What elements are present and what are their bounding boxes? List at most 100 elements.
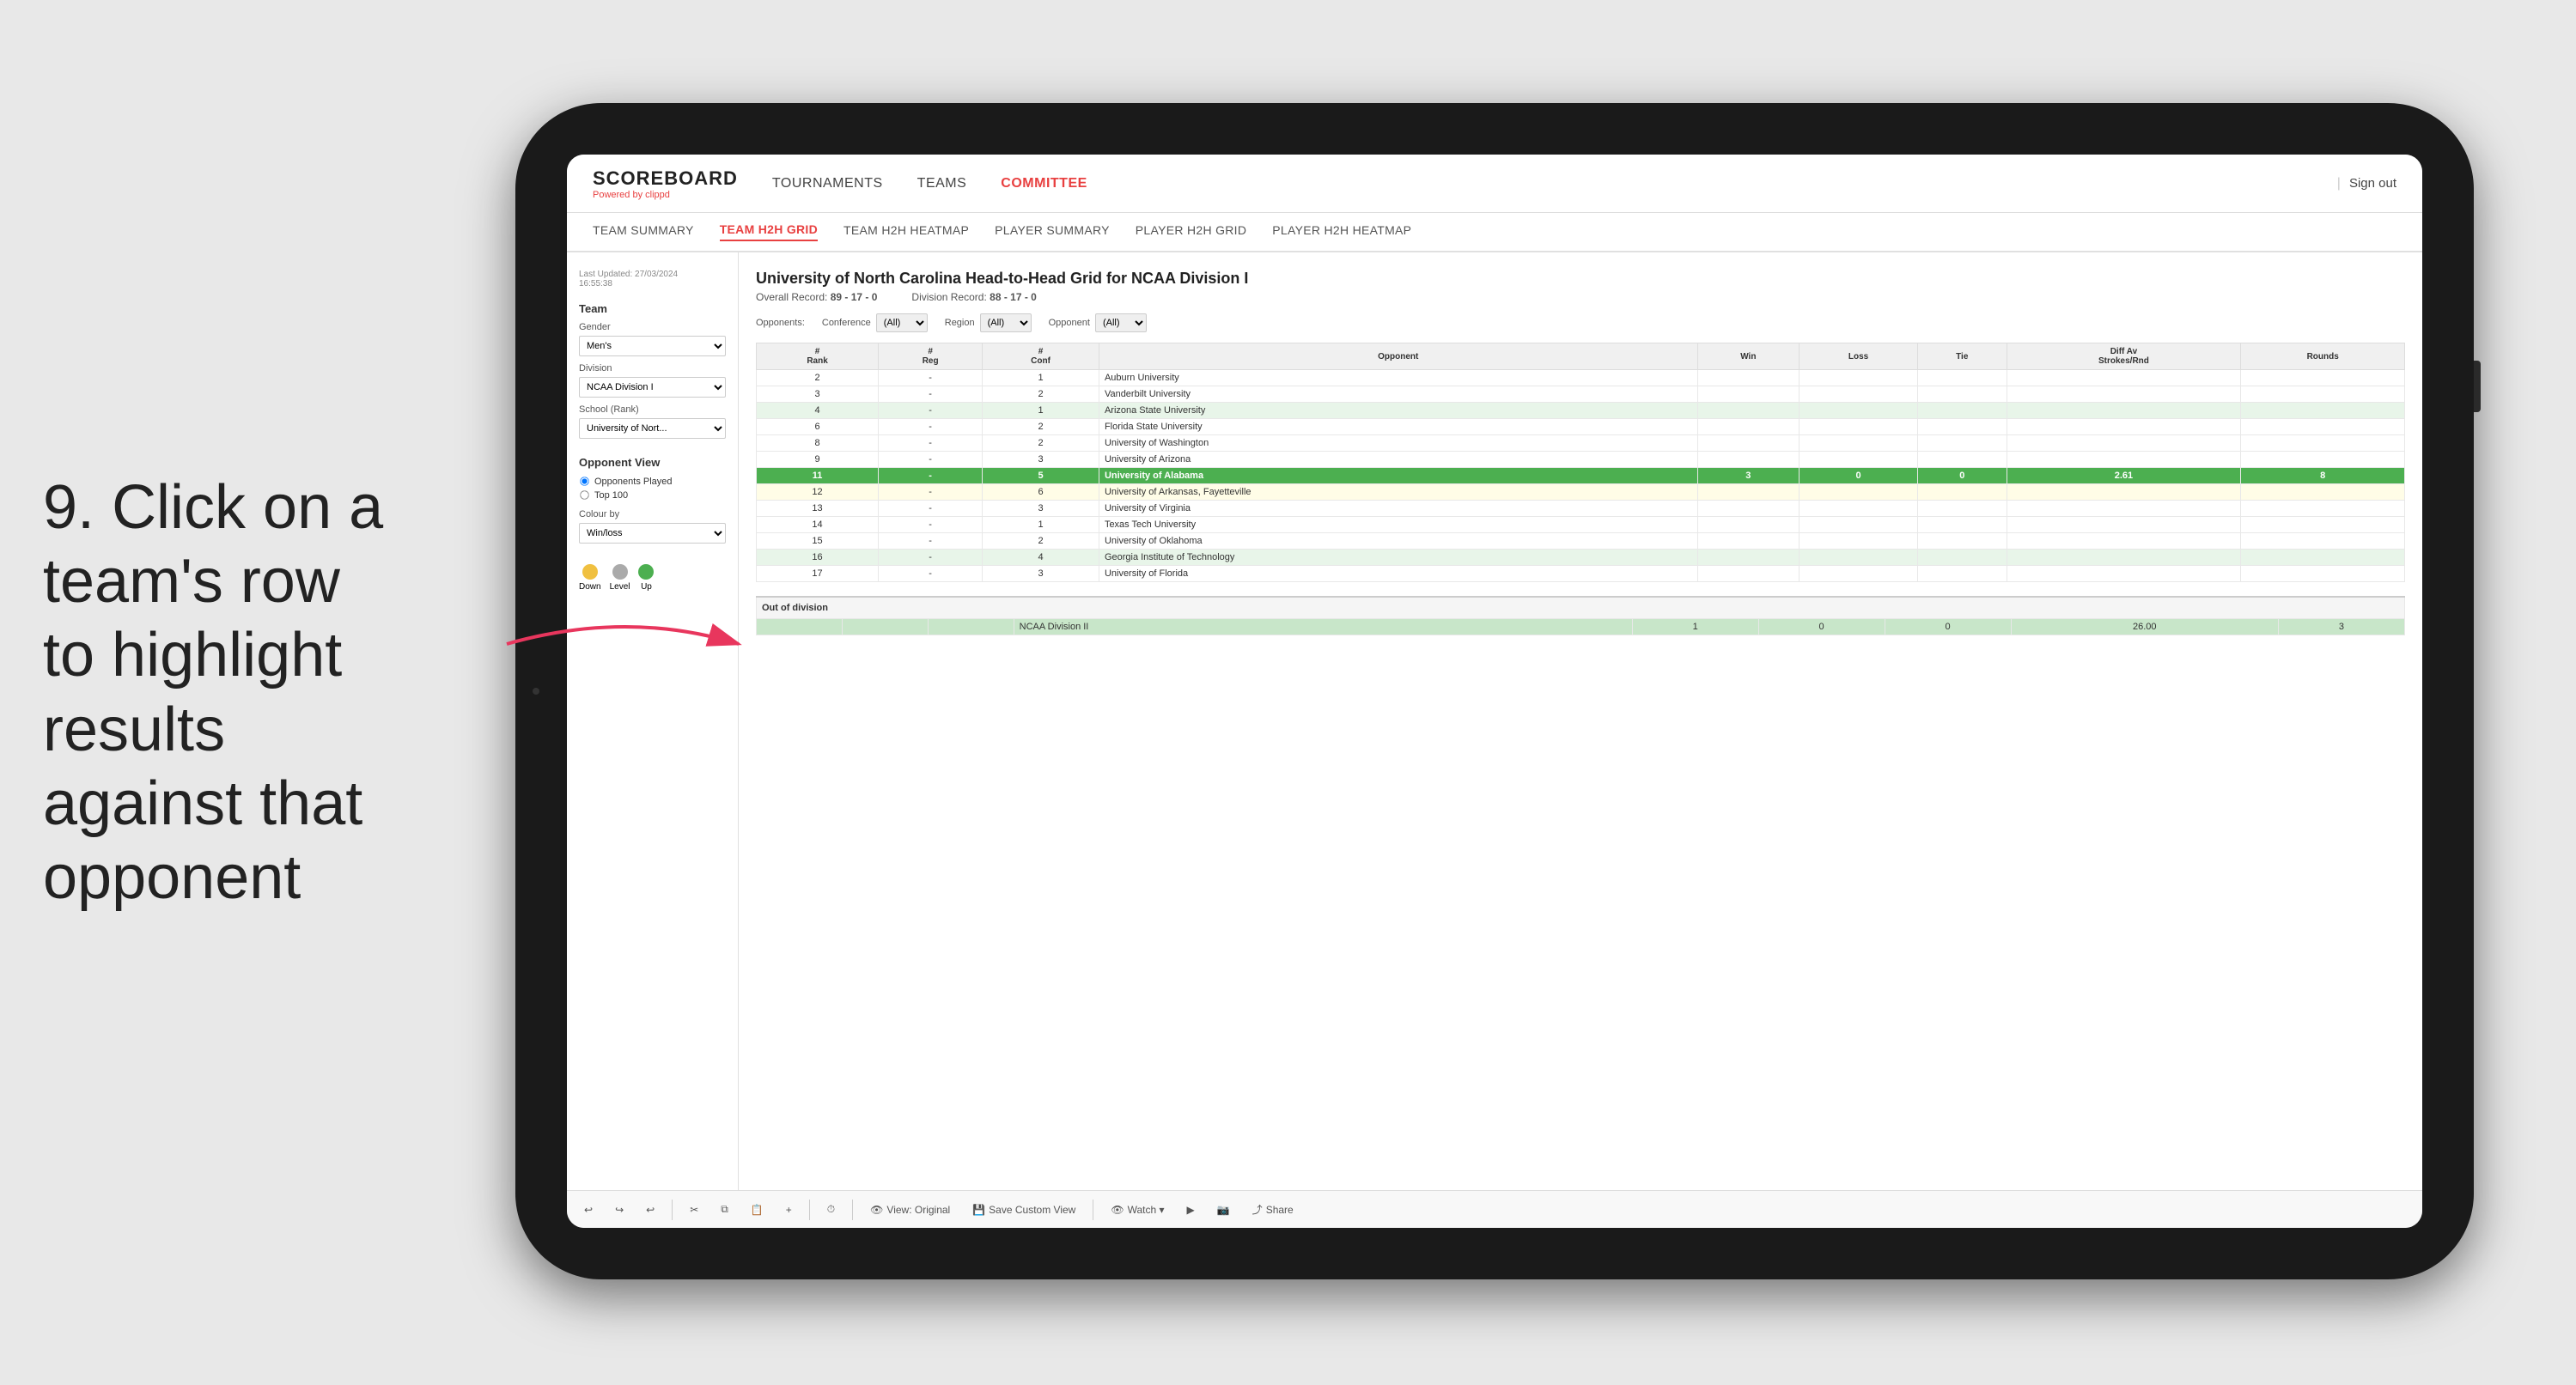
- cell-rounds: [2241, 419, 2405, 435]
- opponents-filter-label: Opponents:: [756, 318, 805, 328]
- copy-button[interactable]: ⧉: [716, 1200, 734, 1218]
- conference-select[interactable]: (All): [876, 313, 928, 332]
- cell-loss: [1800, 452, 1918, 468]
- table-row[interactable]: 8-2University of Washington: [757, 435, 2405, 452]
- table-row[interactable]: 17-3University of Florida: [757, 566, 2405, 582]
- camera-button[interactable]: 📷: [1212, 1201, 1235, 1218]
- cut-button[interactable]: ✂: [685, 1201, 703, 1218]
- nav-committee[interactable]: COMMITTEE: [1001, 176, 1087, 191]
- nav-tournaments[interactable]: TOURNAMENTS: [772, 176, 883, 191]
- table-row[interactable]: 12-6University of Arkansas, Fayetteville: [757, 484, 2405, 501]
- cell-rank: 15: [757, 533, 879, 550]
- odd-division: NCAA Division II: [1014, 619, 1632, 635]
- opponent-select[interactable]: (All): [1095, 313, 1147, 332]
- radio-opponents-played[interactable]: Opponents Played: [579, 476, 726, 487]
- cell-win: [1697, 484, 1800, 501]
- odd-reg: [842, 619, 928, 635]
- subnav-team-summary[interactable]: TEAM SUMMARY: [593, 223, 694, 240]
- table-row[interactable]: 16-4Georgia Institute of Technology: [757, 550, 2405, 566]
- table-row[interactable]: 13-3University of Virginia: [757, 501, 2405, 517]
- cell-win: [1697, 435, 1800, 452]
- grid-header: University of North Carolina Head-to-Hea…: [756, 270, 2405, 303]
- time-button[interactable]: ⏱: [822, 1200, 840, 1218]
- subnav-player-summary[interactable]: PLAYER SUMMARY: [995, 223, 1110, 240]
- division-record: Division Record: 88 - 17 - 0: [911, 291, 1036, 303]
- subnav-player-h2h-grid[interactable]: PLAYER H2H GRID: [1136, 223, 1247, 240]
- undo-button[interactable]: ↩: [579, 1201, 598, 1218]
- toolbar-divider-2: [809, 1200, 810, 1220]
- odd-tie: 0: [1885, 619, 2011, 635]
- gender-select[interactable]: Men's: [579, 336, 726, 356]
- cell-opponent: University of Arizona: [1099, 452, 1697, 468]
- share-icon: ⤴: [1252, 1202, 1263, 1217]
- out-of-division-row[interactable]: NCAA Division II 1 0 0 26.00 3: [757, 619, 2405, 635]
- view-original-button[interactable]: 👁 View: Original: [865, 1201, 955, 1218]
- present-button[interactable]: ▶: [1181, 1201, 1199, 1218]
- main-content: Last Updated: 27/03/2024 16:55:38 Team G…: [567, 252, 2422, 1190]
- sign-in-button[interactable]: Sign out: [2349, 176, 2396, 191]
- cell-loss: [1800, 484, 1918, 501]
- team-section-title: Team: [579, 302, 726, 315]
- region-select[interactable]: (All): [980, 313, 1032, 332]
- table-row[interactable]: 14-1Texas Tech University: [757, 517, 2405, 533]
- col-opponent: Opponent: [1099, 343, 1697, 370]
- radio-top100[interactable]: Top 100: [579, 489, 726, 501]
- cell-tie: [1918, 484, 2007, 501]
- gender-label: Gender: [579, 322, 726, 332]
- cell-loss: [1800, 370, 1918, 386]
- sub-nav: TEAM SUMMARY TEAM H2H GRID TEAM H2H HEAT…: [567, 213, 2422, 252]
- region-filter-group: Region (All): [945, 313, 1032, 332]
- share-button[interactable]: ⤴ Share: [1247, 1200, 1299, 1219]
- out-of-division-table: Out of division NCAA Division II 1 0 0: [756, 596, 2405, 635]
- table-row[interactable]: 9-3University of Arizona: [757, 452, 2405, 468]
- nav-teams[interactable]: TEAMS: [917, 176, 967, 191]
- cell-rank: 11: [757, 468, 879, 484]
- legend-down: Down: [579, 564, 601, 592]
- cell-conf: 4: [983, 550, 1099, 566]
- subnav-player-h2h-heatmap[interactable]: PLAYER H2H HEATMAP: [1272, 223, 1411, 240]
- legend-dot-level: [612, 564, 628, 580]
- watch-icon: 👁: [1111, 1204, 1124, 1216]
- cell-rank: 17: [757, 566, 879, 582]
- table-row[interactable]: 3-2Vanderbilt University: [757, 386, 2405, 403]
- save-custom-button[interactable]: 💾 Save Custom View: [967, 1201, 1081, 1218]
- table-row[interactable]: 2-1Auburn University: [757, 370, 2405, 386]
- subnav-team-h2h-grid[interactable]: TEAM H2H GRID: [720, 222, 818, 241]
- watch-button[interactable]: 👁 Watch ▾: [1105, 1201, 1169, 1218]
- cell-tie: [1918, 370, 2007, 386]
- cell-opponent: University of Alabama: [1099, 468, 1697, 484]
- h2h-table: #Rank #Reg #Conf Opponent Win Loss Tie D…: [756, 343, 2405, 582]
- paste-button[interactable]: 📋: [746, 1201, 769, 1218]
- col-loss: Loss: [1800, 343, 1918, 370]
- last-updated-date: Last Updated: 27/03/2024: [579, 270, 726, 279]
- cell-tie: [1918, 419, 2007, 435]
- table-row[interactable]: 15-2University of Oklahoma: [757, 533, 2405, 550]
- insert-button[interactable]: +: [781, 1201, 797, 1218]
- cell-rank: 3: [757, 386, 879, 403]
- cell-conf: 2: [983, 533, 1099, 550]
- logo-area: SCOREBOARD Powered by clippd: [593, 167, 738, 200]
- legend-dot-up: [638, 564, 654, 580]
- cell-reg: -: [879, 435, 983, 452]
- cell-reg: -: [879, 468, 983, 484]
- colour-by-select[interactable]: Win/loss: [579, 523, 726, 544]
- division-select[interactable]: NCAA Division I: [579, 377, 726, 398]
- redo-button[interactable]: ↪: [610, 1201, 629, 1218]
- radio-opponents-label: Opponents Played: [594, 477, 673, 487]
- cell-opponent: Vanderbilt University: [1099, 386, 1697, 403]
- cell-rounds: [2241, 403, 2405, 419]
- cell-reg: -: [879, 452, 983, 468]
- cell-rank: 6: [757, 419, 879, 435]
- col-diff: Diff AvStrokes/Rnd: [2007, 343, 2241, 370]
- cell-rank: 16: [757, 550, 879, 566]
- odd-rank: [757, 619, 843, 635]
- table-row[interactable]: 4-1Arizona State University: [757, 403, 2405, 419]
- reset-button[interactable]: ↩: [641, 1201, 660, 1218]
- table-row[interactable]: 6-2Florida State University: [757, 419, 2405, 435]
- school-select[interactable]: University of Nort...: [579, 418, 726, 439]
- table-row[interactable]: 11-5University of Alabama3002.618: [757, 468, 2405, 484]
- odd-conf: [928, 619, 1014, 635]
- save-custom-label: Save Custom View: [989, 1204, 1075, 1216]
- subnav-team-h2h-heatmap[interactable]: TEAM H2H HEATMAP: [843, 223, 969, 240]
- school-label: School (Rank): [579, 404, 726, 415]
